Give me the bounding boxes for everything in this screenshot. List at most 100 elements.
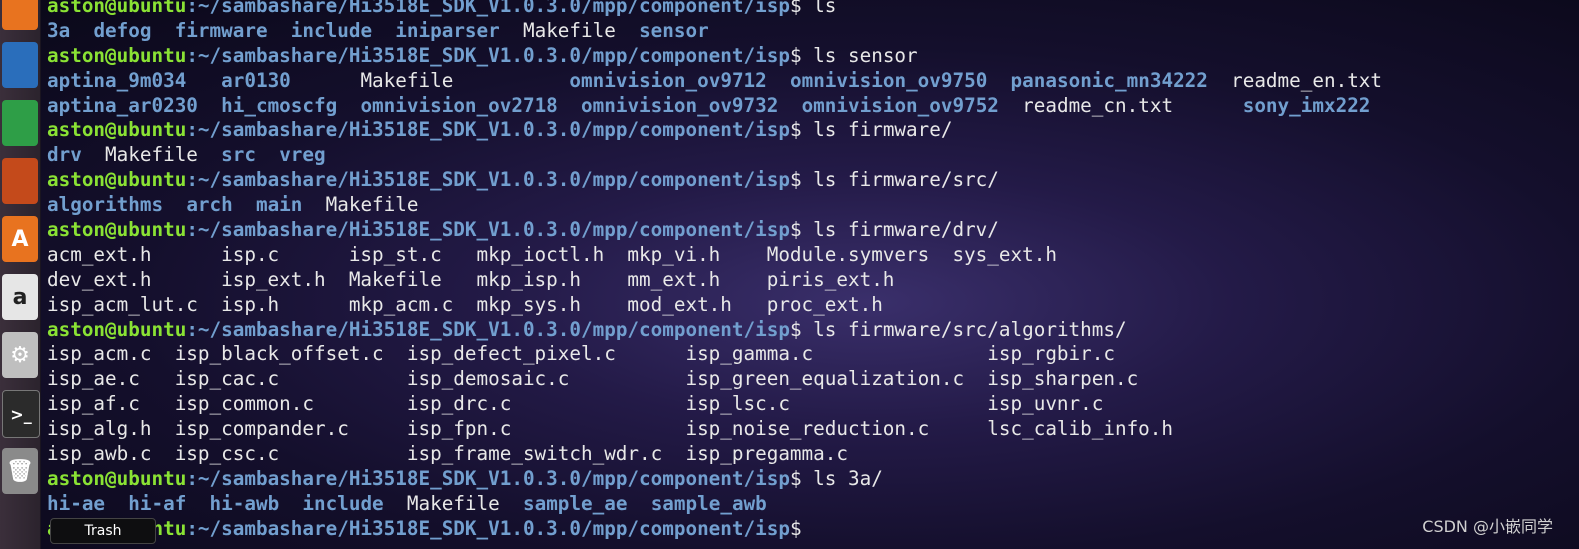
output-line: isp_awb.c isp_csc.c isp_frame_switch_wdr…	[47, 442, 1579, 467]
settings-icon[interactable]: ⚙	[2, 332, 38, 378]
directory-entry: aptina_9m034	[47, 68, 187, 92]
prompt-path: :~/sambashare/Hi3518E_SDK_V1.0.3.0/mpp/c…	[186, 516, 790, 540]
file-entry: isp_ae.c isp_cac.c isp_demosaic.c isp_gr…	[47, 367, 1139, 391]
directory-entry: hi-af	[128, 491, 187, 515]
command-text: $ ls 3a/	[789, 466, 883, 490]
directory-entry: omnivision_ov2718	[360, 93, 558, 117]
file-entry: Makefile	[522, 18, 616, 42]
terminal-output[interactable]: aston@ubuntu:~/sambashare/Hi3518E_SDK_V1…	[47, 0, 1579, 542]
file-entry: isp_awb.c isp_csc.c isp_frame_switch_wdr…	[47, 442, 848, 466]
file-entry: readme_en.txt	[1231, 68, 1383, 92]
prompt-path: :~/sambashare/Hi3518E_SDK_V1.0.3.0/mpp/c…	[186, 118, 790, 142]
directory-entry: omnivision_ov9750	[789, 68, 988, 92]
prompt-line: aston@ubuntu:~/sambashare/Hi3518E_SDK_V1…	[47, 467, 1579, 492]
directory-entry: omnivision_ov9732	[581, 93, 779, 117]
output-line: drv Makefile src vreg	[47, 143, 1579, 168]
output-line: aptina_ar0230 hi_cmoscfg omnivision_ov27…	[47, 94, 1579, 119]
directory-entry: hi-awb	[209, 491, 280, 515]
prompt-user-host: aston@ubuntu	[47, 0, 187, 17]
prompt-line: aston@ubuntu:~/sambashare/Hi3518E_SDK_V1…	[47, 318, 1579, 343]
calc-icon[interactable]	[2, 100, 38, 146]
impress-icon[interactable]	[2, 158, 38, 204]
command-text: $ ls firmware/	[789, 118, 953, 142]
directory-entry: main	[255, 193, 303, 217]
directory-entry: vreg	[279, 143, 326, 167]
prompt-path: :~/sambashare/Hi3518E_SDK_V1.0.3.0/mpp/c…	[186, 168, 790, 192]
directory-entry: omnivision_ov9752	[801, 93, 999, 117]
prompt-user-host: aston@ubuntu	[47, 43, 187, 67]
directory-entry: aptina_ar0230	[47, 93, 198, 117]
prompt-user-host: aston@ubuntu	[47, 118, 187, 142]
unity-launcher: Aa ⚙ >_ 🗑	[0, 0, 41, 549]
directory-entry: panasonic_mn34222	[1010, 68, 1208, 92]
output-line: isp_alg.h isp_compander.c isp_fpn.c isp_…	[47, 417, 1579, 442]
directory-entry: sensor	[639, 18, 709, 42]
prompt-path: :~/sambashare/Hi3518E_SDK_V1.0.3.0/mpp/c…	[186, 466, 790, 490]
file-entry: Makefile	[105, 143, 198, 167]
amazon-icon[interactable]: a	[2, 274, 38, 320]
directory-entry: hi-ae	[47, 491, 106, 515]
directory-entry: hi_cmoscfg	[221, 93, 338, 117]
output-line: 3a defog firmware include iniparser Make…	[47, 19, 1579, 44]
directory-entry: algorithms	[47, 193, 164, 217]
file-entry: isp_alg.h isp_compander.c isp_fpn.c isp_…	[47, 417, 1174, 441]
command-text: $ ls firmware/src/	[789, 168, 999, 192]
output-line: isp_acm.c isp_black_offset.c isp_defect_…	[47, 342, 1579, 367]
writer-icon[interactable]	[2, 42, 38, 88]
firefox-icon[interactable]	[2, 0, 38, 30]
trash-icon[interactable]: 🗑	[2, 448, 38, 494]
prompt-line: aston@ubuntu:~/sambashare/Hi3518E_SDK_V1…	[47, 0, 1579, 19]
trash-tooltip: Trash	[50, 518, 156, 544]
prompt-path: :~/sambashare/Hi3518E_SDK_V1.0.3.0/mpp/c…	[186, 218, 790, 242]
output-line: acm_ext.h isp.c isp_st.c mkp_ioctl.h mkp…	[47, 243, 1579, 268]
prompt-user-host: aston@ubuntu	[47, 218, 187, 242]
prompt-line: aston@ubuntu:~/sambashare/Hi3518E_SDK_V1…	[47, 118, 1579, 143]
file-entry: Makefile	[406, 491, 500, 515]
command-text: $	[789, 516, 814, 540]
file-entry: dev_ext.h isp_ext.h Makefile mkp_isp.h m…	[47, 267, 895, 291]
terminal-icon[interactable]: >_	[2, 390, 40, 438]
directory-entry: src	[221, 143, 256, 167]
command-text: $ ls sensor	[789, 43, 918, 67]
software-center-icon[interactable]: A	[2, 216, 38, 262]
output-line: isp_ae.c isp_cac.c isp_demosaic.c isp_gr…	[47, 367, 1579, 392]
output-line: isp_acm_lut.c isp.h mkp_acm.c mkp_sys.h …	[47, 293, 1579, 318]
prompt-line: aston@ubuntu:~/sambashare/Hi3518E_SDK_V1…	[47, 517, 1579, 542]
prompt-path: :~/sambashare/Hi3518E_SDK_V1.0.3.0/mpp/c…	[186, 0, 790, 17]
output-line: dev_ext.h isp_ext.h Makefile mkp_isp.h m…	[47, 268, 1579, 293]
directory-entry: drv	[47, 143, 82, 167]
directory-entry: 3a	[47, 18, 71, 42]
file-entry: Makefile	[360, 68, 454, 92]
directory-entry: iniparser	[395, 18, 500, 42]
command-text: $ ls firmware/src/algorithms/	[789, 317, 1127, 341]
file-entry: acm_ext.h isp.c isp_st.c mkp_ioctl.h mkp…	[47, 242, 1057, 266]
file-entry: isp_acm.c isp_black_offset.c isp_defect_…	[47, 342, 1115, 366]
file-entry: readme_cn.txt	[1022, 93, 1174, 117]
prompt-line: aston@ubuntu:~/sambashare/Hi3518E_SDK_V1…	[47, 218, 1579, 243]
file-entry: isp_af.c isp_common.c isp_drc.c isp_lsc.…	[47, 392, 1104, 416]
